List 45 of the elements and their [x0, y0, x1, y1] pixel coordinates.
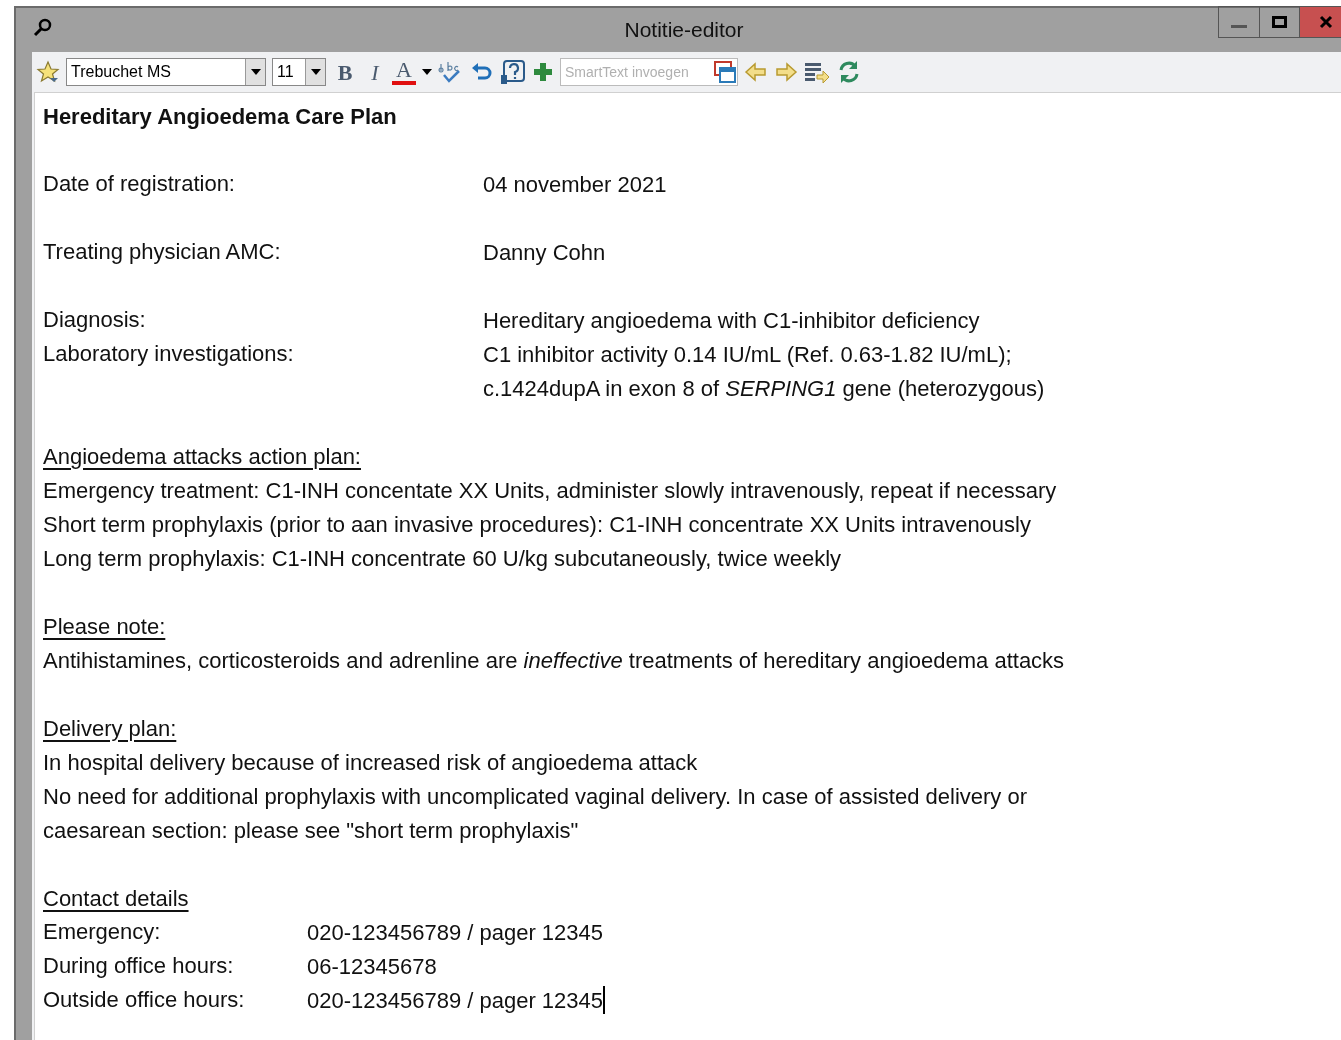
window-title: Notitie-editor: [624, 17, 744, 44]
text-line: Antihistamines, corticosteroids and adrenline are ineffective treatments of hereditary angioedema attacks: [43, 646, 1065, 675]
caret-icon: [250, 69, 261, 75]
field-label: Treating physician AMC:: [43, 239, 281, 264]
text-line: In hospital delivery because of increased risk of angioedema attack: [43, 748, 698, 777]
field-label: During office hours:: [43, 953, 234, 978]
help-icon[interactable]: [500, 59, 526, 85]
text-line: Long term prophylaxis: C1-INH concentrate 60 U/kg subcutaneously, twice weekly: [43, 544, 842, 573]
caret-icon: [310, 69, 321, 75]
text-line: Short term prophylaxis (prior to aan invasive procedures): C1-INH concentrate XX Units intravenously: [43, 510, 1031, 539]
close-icon: [1318, 15, 1333, 29]
document-title: Hereditary Angioedema Care Plan: [43, 102, 397, 131]
text-line: caesarean section: please see "short term prophylaxis": [43, 816, 579, 845]
field-value: C1 inhibitor activity 0.14 IU/mL (Ref. 0.63-1.82 IU/mL);: [483, 340, 1012, 369]
field-label: Emergency:: [43, 919, 161, 944]
field-label: Diagnosis:: [43, 307, 146, 332]
section-heading: Contact details: [43, 884, 189, 913]
italic-button[interactable]: I: [364, 55, 386, 89]
font-dropdown[interactable]: Trebuchet MS: [66, 58, 266, 86]
field-value: Hereditary angioedema with C1-inhibitor deficiency: [483, 306, 980, 335]
field-value: 06-12345678: [307, 952, 437, 981]
star-icon[interactable]: [36, 60, 60, 84]
field-value: 020-123456789 / pager 12345: [307, 986, 604, 1015]
field-label: Date of registration:: [43, 171, 235, 196]
field-label: Laboratory investigations:: [43, 341, 294, 366]
size-dropdown[interactable]: 11: [272, 58, 326, 86]
windows-icon[interactable]: [713, 60, 737, 84]
field-value: 020-123456789 / pager 12345: [307, 918, 604, 947]
font-color-button[interactable]: A: [392, 59, 416, 85]
text-line: No need for additional prophylaxis with uncomplicated vaginal delivery. In case of assisted delivery or: [43, 782, 1027, 811]
section-heading: Please note:: [43, 612, 166, 641]
plus-icon[interactable]: [532, 61, 554, 83]
close-button[interactable]: [1300, 6, 1341, 38]
text-line: Emergency treatment: C1-INH concentate XX Units, administer slowly intravenously, repeat if necessary: [43, 476, 1057, 505]
field-label: Outside office hours:: [43, 987, 245, 1012]
field-value: c.1424dupA in exon 8 of SERPING1 gene (heterozygous): [483, 374, 1045, 403]
bold-button[interactable]: B: [332, 55, 358, 89]
text-cursor: [603, 986, 606, 1014]
section-heading: Delivery plan:: [43, 714, 177, 743]
section-heading: Angioedema attacks action plan:: [43, 442, 361, 471]
field-value: 04 november 2021: [483, 170, 667, 199]
field-value: Danny Cohn: [483, 238, 606, 267]
list-arrow-icon[interactable]: [804, 60, 830, 84]
caret-icon[interactable]: [422, 69, 432, 75]
smarttext-field[interactable]: SmartText invoegen: [560, 58, 738, 86]
